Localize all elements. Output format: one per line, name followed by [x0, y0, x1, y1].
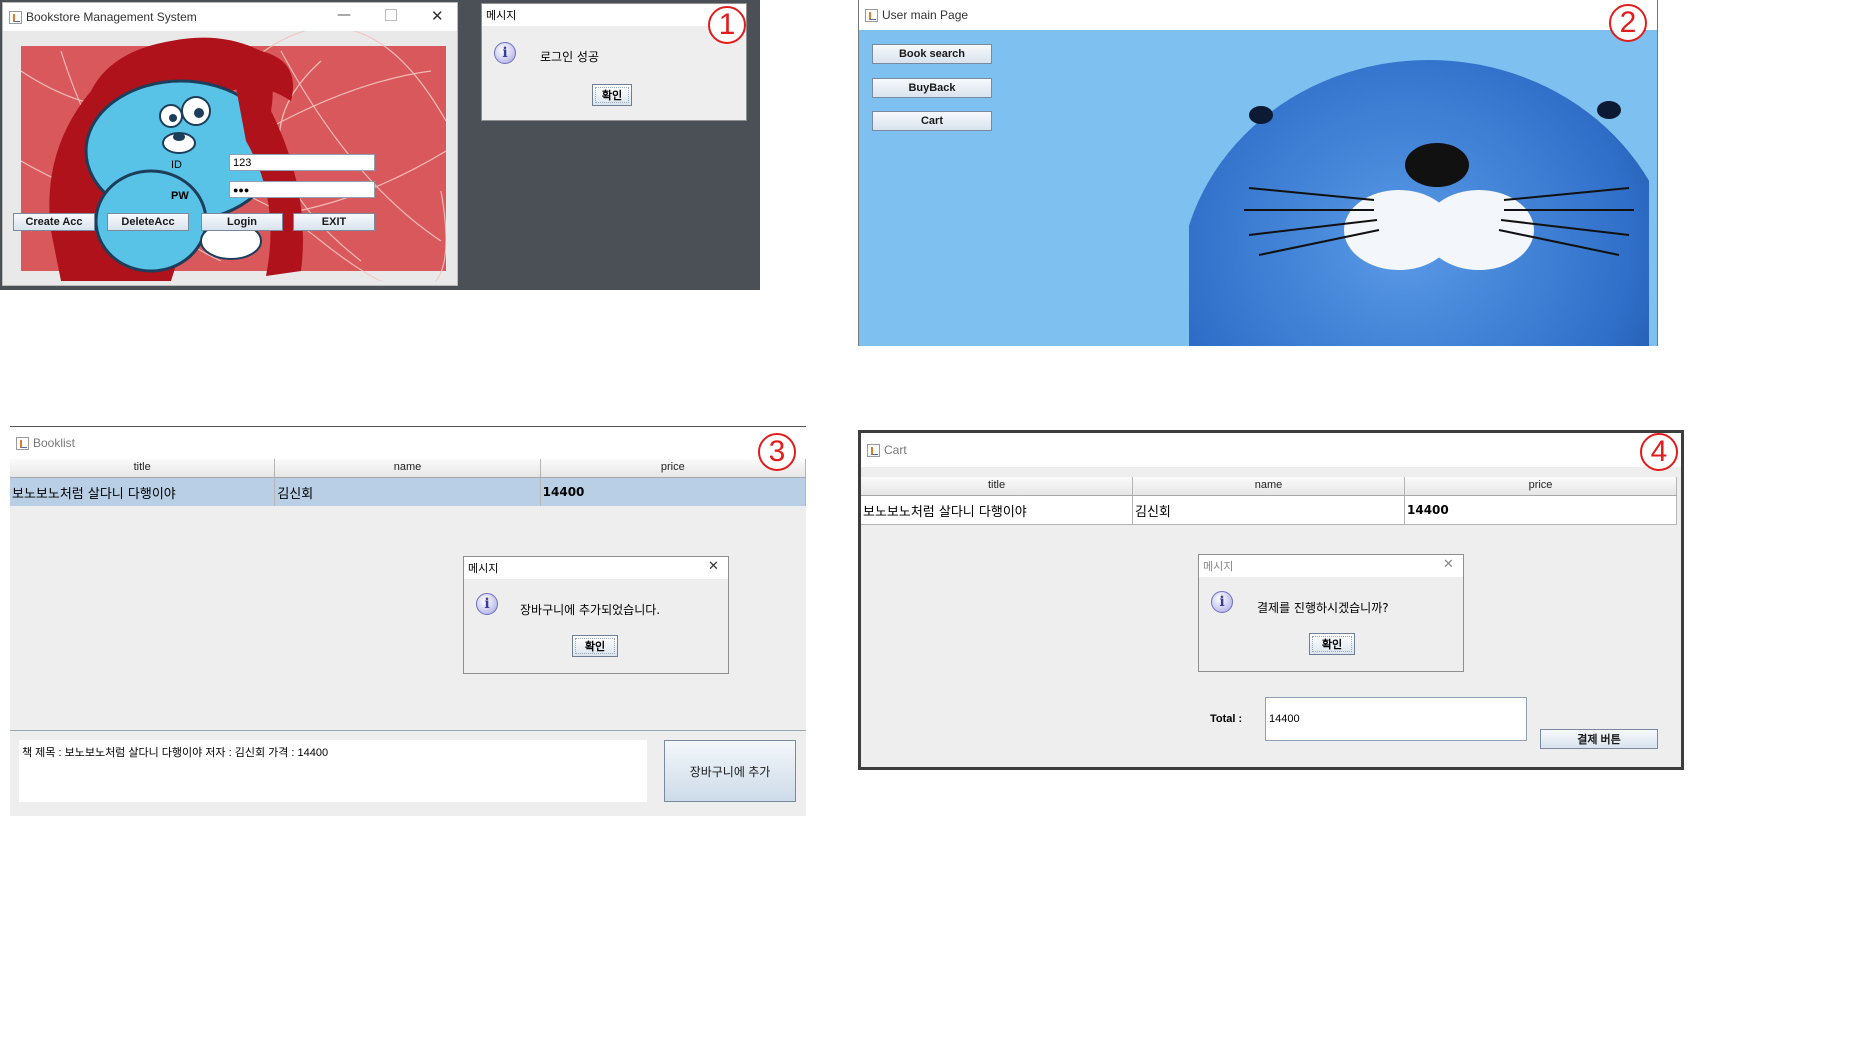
- blue-seal-image: [1189, 60, 1649, 346]
- dialog-title: 메시지: [1199, 555, 1463, 577]
- java-app-icon: [16, 436, 29, 450]
- payment-confirm-dialog: 메시지 ✕ i 결제를 진행하시겠습니까? 확인: [1198, 554, 1464, 672]
- buyback-button[interactable]: BuyBack: [872, 78, 992, 98]
- column-header-title[interactable]: title: [861, 477, 1133, 495]
- table-cell-price: 14400: [541, 478, 806, 506]
- table-cell-name: 김신회: [275, 478, 541, 506]
- booklist-title: Booklist: [33, 436, 76, 450]
- info-icon: i: [476, 593, 498, 615]
- dialog-message: 장바구니에 추가되었습니다.: [520, 603, 661, 617]
- java-app-icon: [9, 10, 22, 24]
- ok-button[interactable]: 확인: [1309, 633, 1355, 655]
- java-app-icon: [867, 443, 880, 457]
- user-main-titlebar: User main Page: [859, 0, 1657, 30]
- cart-button[interactable]: Cart: [872, 111, 992, 131]
- dialog-message: 결제를 진행하시겠습니까?: [1257, 601, 1389, 615]
- table-cell-title: 보노보노처럼 살다니 다행이야: [10, 478, 276, 506]
- ok-button[interactable]: 확인: [592, 84, 632, 106]
- column-header-name[interactable]: name: [1133, 477, 1405, 495]
- table-divider: [10, 730, 806, 731]
- table-cell-title: 보노보노처럼 살다니 다행이야: [861, 496, 1133, 524]
- info-icon: i: [494, 42, 516, 64]
- login-window-title: Bookstore Management System: [26, 10, 197, 24]
- java-app-icon: [865, 8, 878, 22]
- cart-titlebar: Cart: [861, 433, 1681, 467]
- id-input[interactable]: 123: [229, 154, 375, 171]
- step-badge-4: 4: [1640, 433, 1678, 471]
- column-header-title[interactable]: title: [10, 459, 276, 477]
- dialog-message: 로그인 성공: [540, 50, 600, 64]
- step-badge-1: 1: [708, 6, 746, 44]
- pw-label: PW: [171, 190, 189, 202]
- dialog-title: 메시지: [464, 557, 728, 579]
- create-account-button[interactable]: Create Acc: [13, 213, 95, 231]
- minimize-icon[interactable]: —: [337, 7, 351, 23]
- booklist-titlebar: Booklist: [10, 427, 806, 459]
- close-icon[interactable]: ✕: [431, 7, 444, 25]
- added-to-cart-dialog: 메시지 ✕ i 장바구니에 추가되었습니다. 확인: [463, 556, 729, 674]
- ok-button[interactable]: 확인: [572, 635, 618, 657]
- cart-title: Cart: [884, 443, 907, 457]
- user-main-page-window: User main Page Book search BuyBack Cart: [858, 0, 1658, 346]
- step-badge-3: 3: [758, 433, 796, 471]
- delete-account-button[interactable]: DeleteAcc: [107, 213, 189, 231]
- table-row[interactable]: 보노보노처럼 살다니 다행이야 김신회 14400: [861, 496, 1677, 525]
- close-icon[interactable]: ✕: [1443, 557, 1454, 572]
- column-header-price[interactable]: price: [1405, 477, 1677, 495]
- login-success-dialog: 메시지 i 로그인 성공 확인: [481, 3, 747, 121]
- user-main-title: User main Page: [882, 8, 969, 22]
- maximize-icon[interactable]: [385, 9, 397, 21]
- total-label: Total :: [1210, 713, 1243, 725]
- id-label: ID: [171, 159, 182, 171]
- table-cell-price: 14400: [1405, 496, 1677, 524]
- login-window: Bookstore Management System — ✕ ID PW 12…: [2, 2, 458, 286]
- booklist-table-header: title name price: [10, 459, 806, 478]
- table-cell-name: 김신회: [1133, 496, 1405, 524]
- info-icon: i: [1211, 591, 1233, 613]
- exit-button[interactable]: EXIT: [293, 213, 375, 231]
- cart-table-header: title name price: [861, 477, 1677, 496]
- pay-button[interactable]: 결제 버튼: [1540, 729, 1658, 749]
- book-detail-textarea[interactable]: 책 제목 : 보노보노처럼 살다니 다행이야 저자 : 김신회 가격 : 144…: [19, 740, 647, 802]
- login-button[interactable]: Login: [201, 213, 283, 231]
- add-to-cart-button[interactable]: 장바구니에 추가: [664, 740, 796, 802]
- table-row[interactable]: 보노보노처럼 살다니 다행이야 김신회 14400: [10, 478, 806, 506]
- total-field[interactable]: 14400: [1265, 697, 1527, 741]
- step-badge-2: 2: [1609, 4, 1647, 42]
- book-search-button[interactable]: Book search: [872, 44, 992, 64]
- close-icon[interactable]: ✕: [708, 559, 719, 574]
- column-header-name[interactable]: name: [275, 459, 541, 477]
- pw-input[interactable]: ●●●: [229, 181, 375, 198]
- dialog-title: 메시지: [482, 4, 746, 26]
- login-window-titlebar: Bookstore Management System — ✕: [3, 3, 457, 31]
